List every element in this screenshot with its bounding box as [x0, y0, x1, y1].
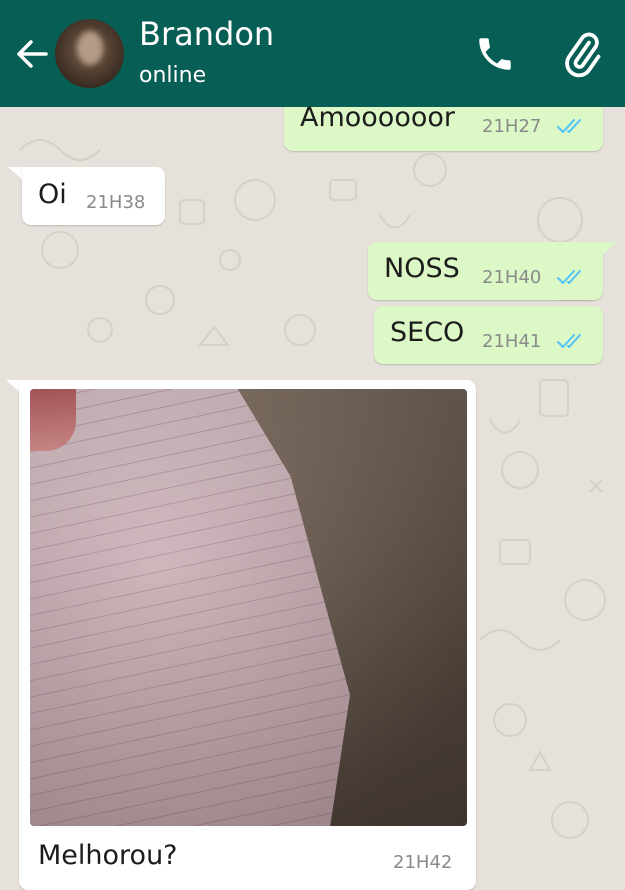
message-time: 21H38	[86, 192, 146, 213]
contact-status: online	[139, 63, 207, 88]
message-text: NOSS	[384, 253, 460, 284]
incoming-message[interactable]: Oi 21H38	[22, 167, 165, 225]
back-arrow-icon[interactable]	[12, 34, 52, 74]
message-time: 21H40	[482, 267, 542, 288]
message-time: 21H42	[393, 852, 453, 873]
shared-photo[interactable]	[30, 389, 467, 826]
outgoing-message[interactable]: NOSS 21H40	[368, 242, 603, 300]
double-check-read-icon	[557, 334, 581, 348]
image-caption: Melhorou?	[38, 840, 178, 871]
chat-header: Brandon online	[0, 0, 625, 107]
message-text: Oi	[38, 179, 67, 210]
contact-name[interactable]: Brandon	[139, 14, 274, 54]
double-check-read-icon	[557, 270, 581, 284]
message-time: 21H27	[482, 116, 542, 137]
contact-avatar[interactable]	[55, 19, 124, 88]
double-check-read-icon	[557, 119, 581, 133]
message-text: SECO	[390, 317, 465, 348]
paperclip-icon[interactable]	[558, 31, 606, 79]
call-icon[interactable]	[474, 33, 516, 75]
message-time: 21H41	[482, 331, 542, 352]
outgoing-message[interactable]: SECO 21H41	[374, 306, 603, 364]
incoming-image-message[interactable]: Melhorou? 21H42	[19, 380, 476, 890]
bubble-tail	[601, 242, 617, 256]
